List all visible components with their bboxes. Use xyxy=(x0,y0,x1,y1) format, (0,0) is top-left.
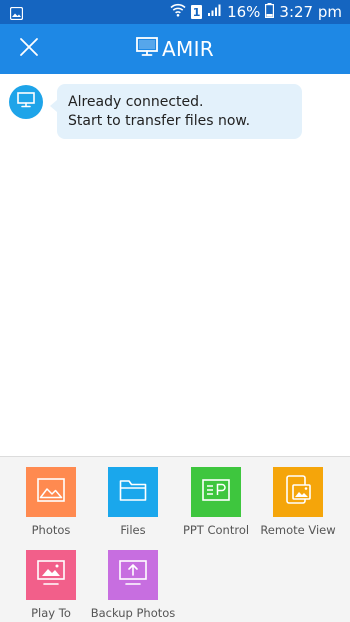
wifi-icon xyxy=(170,3,186,21)
signal-icon xyxy=(207,3,222,21)
sim-icon: 1 xyxy=(191,5,203,19)
remote-view-icon xyxy=(284,475,312,509)
bubble-tail xyxy=(50,100,57,112)
clock: 3:27 pm xyxy=(279,3,342,21)
tool-tile xyxy=(273,467,323,517)
tool-tile xyxy=(108,467,158,517)
cast-screen-icon xyxy=(37,560,65,590)
gallery-notification-icon xyxy=(9,5,24,24)
presentation-icon xyxy=(202,479,230,505)
folder-icon xyxy=(119,478,147,506)
title-group: AMIR xyxy=(0,24,350,74)
tool-play-to[interactable]: Play To xyxy=(9,540,93,620)
tool-label: Remote View xyxy=(260,523,336,537)
app-bar: AMIR xyxy=(0,24,350,74)
battery-icon xyxy=(265,2,275,22)
message-line: Already connected. xyxy=(68,94,204,110)
battery-percent: 16% xyxy=(227,3,261,21)
status-bar: 1 16% 3:27 pm xyxy=(0,0,350,24)
monitor-icon xyxy=(17,92,35,112)
tool-tile xyxy=(191,467,241,517)
tool-tile xyxy=(26,550,76,600)
device-title: AMIR xyxy=(162,37,214,61)
tool-tile xyxy=(26,467,76,517)
tool-tile xyxy=(108,550,158,600)
tool-files[interactable]: Files xyxy=(91,457,175,537)
chat-area: Already connected. Start to transfer fil… xyxy=(0,74,350,456)
message-bubble: Already connected. Start to transfer fil… xyxy=(50,84,302,139)
device-avatar xyxy=(9,85,43,119)
tool-label: Backup Photos xyxy=(90,606,176,620)
upload-icon xyxy=(119,560,147,590)
image-icon xyxy=(37,478,65,506)
tool-ppt-control[interactable]: PPT Control xyxy=(174,457,258,537)
tool-label: Files xyxy=(120,523,146,537)
monitor-icon xyxy=(136,37,158,61)
tool-remote-view[interactable]: Remote View xyxy=(256,457,340,537)
tool-backup-photos[interactable]: Backup Photos xyxy=(91,540,175,620)
tool-photos[interactable]: Photos xyxy=(9,457,93,537)
tools-panel: Photos Files PPT Control Remote View Pla… xyxy=(0,456,350,622)
message-line: Start to transfer files now. xyxy=(68,113,251,129)
